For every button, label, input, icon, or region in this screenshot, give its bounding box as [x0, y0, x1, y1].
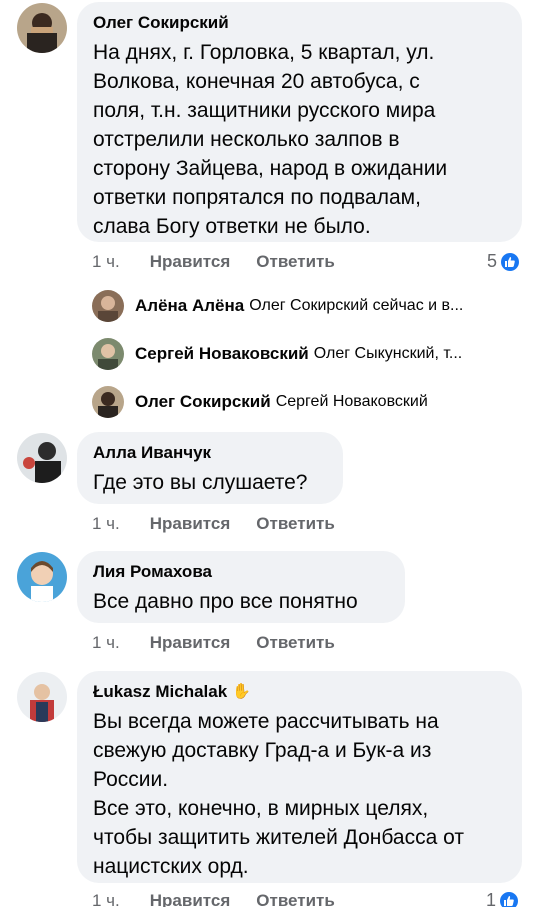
- comment-author[interactable]: Алла Иванчук: [93, 442, 327, 464]
- reaction-count-value: 1: [486, 890, 497, 907]
- avatar[interactable]: [17, 3, 67, 53]
- avatar[interactable]: [92, 290, 124, 322]
- comment-time[interactable]: 1 ч.: [92, 252, 120, 272]
- like-button[interactable]: Нравится: [150, 252, 231, 272]
- comment-actions: 1 ч. Нравится Ответить: [92, 891, 335, 907]
- reply-button[interactable]: Ответить: [256, 252, 335, 272]
- comment-time[interactable]: 1 ч.: [92, 514, 120, 534]
- reply-button[interactable]: Ответить: [256, 891, 335, 907]
- comment-actions: 1 ч. Нравится Ответить: [92, 633, 335, 653]
- like-button[interactable]: Нравится: [150, 891, 231, 907]
- comment-text: Все давно про все понятно: [93, 590, 358, 613]
- reply-author[interactable]: Сергей Новаковский: [135, 344, 309, 364]
- reaction-count[interactable]: 5: [487, 251, 521, 272]
- comment-text: Вы всегда можете рассчитывать на свежую …: [93, 710, 464, 878]
- reply-button[interactable]: Ответить: [256, 514, 335, 534]
- comment-bubble: Алла Иванчук Где это вы слушаете?: [77, 432, 343, 504]
- avatar[interactable]: [92, 386, 124, 418]
- waving-hand-icon: ✋: [232, 683, 251, 700]
- comment-bubble: Лия Ромахова Все давно про все понятно: [77, 551, 405, 623]
- reply-text: Олег Сокирский сейчас и в...: [249, 297, 464, 314]
- avatar[interactable]: [17, 433, 67, 483]
- comment-actions: 1 ч. Нравится Ответить: [92, 252, 335, 272]
- comment-actions: 1 ч. Нравится Ответить: [92, 514, 335, 534]
- thumbs-up-icon: [500, 251, 521, 272]
- comment-bubble: Łukasz Michalak ✋ Вы всегда можете рассч…: [77, 671, 522, 883]
- reply-item[interactable]: Сергей Новаковский Олег Сыкунский, т...: [92, 338, 522, 370]
- thumbs-up-icon: [499, 890, 520, 907]
- comment-time[interactable]: 1 ч.: [92, 633, 120, 653]
- reply-item[interactable]: Алёна Алёна Олег Сокирский сейчас и в...: [92, 290, 522, 322]
- reply-item[interactable]: Олег Сокирский Сергей Новаковский: [92, 386, 522, 418]
- comment-bubble: Олег Сокирский На днях, г. Горловка, 5 к…: [77, 2, 522, 242]
- reply-text: Олег Сыкунский, т...: [313, 345, 463, 362]
- reply-text: Сергей Новаковский: [275, 393, 428, 410]
- comment-text: На днях, г. Горловка, 5 квартал, ул. Вол…: [93, 41, 448, 238]
- avatar[interactable]: [17, 552, 67, 602]
- reaction-count[interactable]: 1: [486, 890, 520, 907]
- comment-author[interactable]: Лия Ромахова: [93, 561, 389, 583]
- comment-author[interactable]: Олег Сокирский: [93, 12, 506, 34]
- comment-author-row: Łukasz Michalak ✋: [93, 681, 506, 703]
- avatar[interactable]: [92, 338, 124, 370]
- reply-author[interactable]: Олег Сокирский: [135, 392, 271, 412]
- reply-button[interactable]: Ответить: [256, 633, 335, 653]
- like-button[interactable]: Нравится: [150, 633, 231, 653]
- avatar[interactable]: [17, 672, 67, 722]
- like-button[interactable]: Нравится: [150, 514, 231, 534]
- reaction-count-value: 5: [487, 251, 498, 271]
- comment-text: Где это вы слушаете?: [93, 471, 308, 494]
- comment-time[interactable]: 1 ч.: [92, 891, 120, 907]
- comment-author[interactable]: Łukasz Michalak: [93, 681, 227, 703]
- reply-author[interactable]: Алёна Алёна: [135, 296, 244, 316]
